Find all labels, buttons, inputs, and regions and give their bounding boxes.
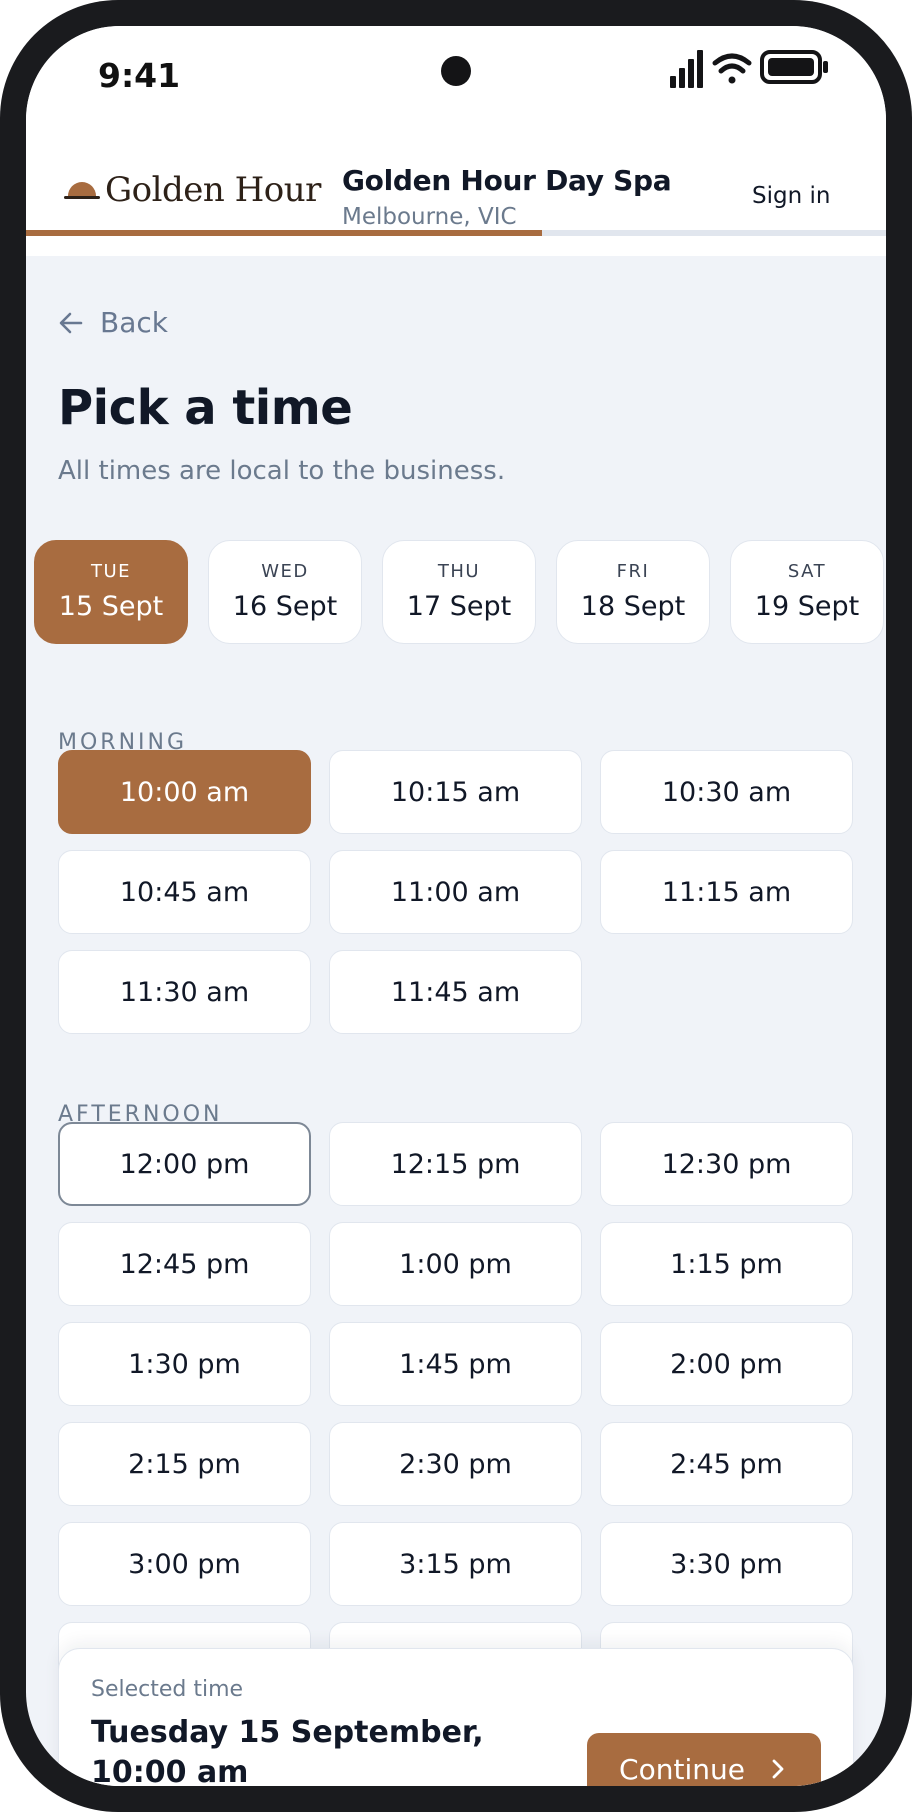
time-slot-button[interactable]: 3:30 pm — [600, 1522, 853, 1606]
date-chip-weekday: FRI — [616, 561, 650, 582]
time-slot-button[interactable]: 10:15 am — [329, 750, 582, 834]
date-chip-date: 19 Sept — [754, 591, 860, 622]
time-slot-button[interactable]: 3:00 pm — [58, 1522, 311, 1606]
time-slot-button[interactable]: 11:30 am — [58, 950, 311, 1034]
selection-summary-card: Selected time Tuesday 15 September, 10:0… — [58, 1648, 854, 1786]
progress-fill — [26, 230, 542, 236]
time-slot-button[interactable]: 1:00 pm — [329, 1222, 582, 1306]
app-header: Golden Hour Golden Hour Day Spa Melbourn… — [26, 136, 886, 256]
date-chip-weekday: WED — [261, 561, 309, 582]
time-slot-button[interactable]: 2:15 pm — [58, 1422, 311, 1506]
time-slot-button[interactable]: 12:00 pm — [58, 1122, 311, 1206]
back-button[interactable]: Back — [58, 306, 168, 339]
booking-progress-bar — [26, 230, 886, 236]
morning-slots: 10:00 am 10:15 am 10:30 am 10:45 am 11:00 am… — [58, 750, 854, 1034]
date-chip-fri[interactable]: FRI 18 Sept — [556, 540, 710, 644]
date-chip-wed[interactable]: WED 16 Sept — [208, 540, 362, 644]
signal-icon — [670, 50, 703, 88]
status-time: 9:41 — [98, 56, 181, 95]
logo-text: Golden Hour — [105, 170, 321, 210]
page-title: Pick a time — [58, 380, 353, 436]
date-chip-weekday: TUE — [90, 561, 132, 582]
time-slot-button[interactable]: 2:00 pm — [600, 1322, 853, 1406]
status-bar: 9:41 — [26, 26, 886, 136]
back-label: Back — [100, 306, 168, 339]
date-chip-date: 15 Sept — [58, 591, 164, 622]
chevron-right-icon — [772, 1759, 784, 1779]
time-slot-button[interactable]: 11:15 am — [600, 850, 853, 934]
date-chip-date: 18 Sept — [580, 591, 686, 622]
time-slot-button[interactable]: 3:15 pm — [329, 1522, 582, 1606]
selected-time-value: Tuesday 15 September, 10:00 am — [91, 1715, 484, 1786]
time-slot-button[interactable]: 10:45 am — [58, 850, 311, 934]
sign-in-link[interactable]: Sign in — [752, 183, 830, 209]
sun-icon — [64, 182, 100, 199]
battery-icon — [760, 50, 828, 84]
date-chip-thu[interactable]: THU 17 Sept — [382, 540, 536, 644]
selected-time-label: Selected time — [91, 1677, 244, 1702]
time-slot-button[interactable]: 1:45 pm — [329, 1322, 582, 1406]
continue-button[interactable]: Continue — [587, 1733, 821, 1786]
date-chip-date: 16 Sept — [232, 591, 338, 622]
time-slot-button[interactable]: 1:15 pm — [600, 1222, 853, 1306]
brand-logo[interactable]: Golden Hour — [64, 170, 321, 210]
time-slot-button[interactable]: 2:45 pm — [600, 1422, 853, 1506]
page-subtitle: All times are local to the business. — [58, 456, 506, 486]
camera-cutout — [441, 56, 471, 86]
date-chip-sat[interactable]: SAT 19 Sept — [730, 540, 884, 644]
time-slot-button[interactable]: 11:45 am — [329, 950, 582, 1034]
time-slot-button[interactable]: 10:30 am — [600, 750, 853, 834]
business-location: Melbourne, VIC — [342, 204, 517, 230]
time-slot-button[interactable]: 12:15 pm — [329, 1122, 582, 1206]
business-name: Golden Hour Day Spa — [342, 164, 672, 197]
date-chip-weekday: SAT — [787, 561, 827, 582]
time-slot-button[interactable]: 12:30 pm — [600, 1122, 853, 1206]
date-chip-date: 17 Sept — [406, 591, 512, 622]
status-icons — [670, 50, 828, 88]
time-slot-button[interactable]: 1:30 pm — [58, 1322, 311, 1406]
date-chip-weekday: THU — [437, 561, 481, 582]
time-slot-button[interactable]: 12:45 pm — [58, 1222, 311, 1306]
arrow-left-icon — [59, 312, 83, 333]
time-slot-button[interactable]: 10:00 am — [58, 750, 311, 834]
continue-label: Continue — [619, 1752, 745, 1786]
afternoon-slots: 12:00 pm 12:15 pm 12:30 pm 12:45 pm 1:00 pm 1… — [58, 1122, 854, 1706]
date-selector: TUE 15 Sept WED 16 Sept THU 17 Sept FRI 18 Sept… — [34, 540, 886, 646]
phone-frame: 9:41 Golden Hour Golden Hour Day Spa Mel… — [0, 0, 912, 1812]
time-slot-button[interactable]: 11:00 am — [329, 850, 582, 934]
date-chip-tue[interactable]: TUE 15 Sept — [34, 540, 188, 644]
wifi-icon — [712, 53, 752, 84]
time-slot-button[interactable]: 2:30 pm — [329, 1422, 582, 1506]
app-screen: 9:41 Golden Hour Golden Hour Day Spa Mel… — [26, 26, 886, 1786]
